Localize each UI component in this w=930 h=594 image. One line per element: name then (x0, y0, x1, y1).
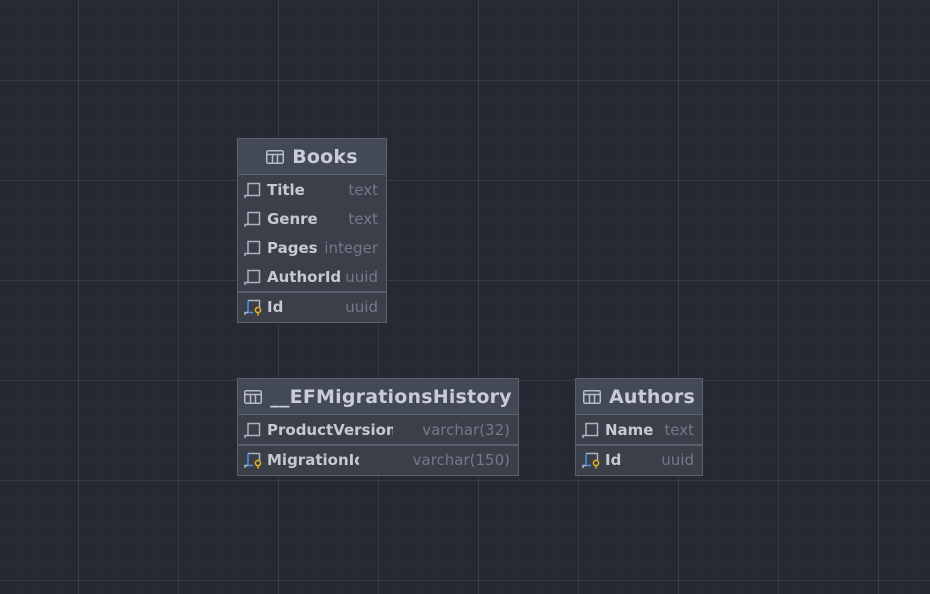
table-ef-migrations-history-header[interactable]: __EFMigrationsHistory (238, 379, 518, 415)
table-grid-icon (266, 149, 285, 164)
column-name: Title (267, 180, 305, 199)
table-title: Books (292, 145, 358, 168)
column-row[interactable]: Pages integer (238, 233, 386, 262)
column-type: varchar(150) (412, 451, 510, 469)
column-row[interactable]: AuthorId uuid (238, 262, 386, 291)
primary-key-row[interactable]: Id uuid (576, 444, 702, 474)
column-name: Pages (267, 238, 318, 257)
column-type: uuid (345, 298, 378, 316)
column-row[interactable]: ProductVersion varchar(32) (238, 415, 518, 444)
column-row[interactable]: Name text (576, 415, 702, 444)
table-books-header[interactable]: Books (238, 139, 386, 175)
column-row[interactable]: Title text (238, 175, 386, 204)
column-name: Id (267, 298, 284, 316)
table-authors[interactable]: Authors Name text Id uuid (575, 378, 703, 476)
column-type: uuid (661, 451, 694, 469)
column-type: text (348, 180, 378, 199)
table-authors-header[interactable]: Authors (576, 379, 702, 415)
table-grid-icon (583, 389, 601, 404)
column-type: text (348, 209, 378, 228)
primary-key-column-icon (244, 452, 262, 469)
column-type: varchar(32) (422, 420, 510, 439)
column-name: Name (605, 420, 654, 439)
column-type: text (664, 420, 694, 439)
column-row[interactable]: Genre text (238, 204, 386, 233)
column-icon (582, 422, 599, 438)
table-ef-migrations-history[interactable]: __EFMigrationsHistory ProductVersion var… (237, 378, 519, 476)
column-name: Id (605, 451, 622, 469)
primary-key-row[interactable]: MigrationId varchar(150) (238, 444, 518, 474)
table-title: __EFMigrationsHistory (270, 385, 512, 408)
column-icon (244, 182, 261, 198)
table-books[interactable]: Books Title text Genre text Pages intege… (237, 138, 387, 323)
primary-key-column-icon (582, 452, 600, 469)
table-title: Authors (609, 385, 695, 408)
column-icon (244, 211, 261, 227)
primary-key-column-icon (244, 299, 262, 316)
column-icon (244, 240, 261, 256)
column-name: AuthorId (267, 267, 340, 286)
column-type: uuid (345, 267, 378, 286)
column-icon (244, 422, 261, 438)
column-type: integer (324, 238, 378, 257)
column-icon (244, 269, 261, 285)
primary-key-row[interactable]: Id uuid (238, 291, 386, 321)
column-name: ProductVersion (267, 420, 393, 439)
column-name: MigrationId (267, 451, 359, 469)
column-name: Genre (267, 209, 318, 228)
table-grid-icon (244, 389, 263, 404)
